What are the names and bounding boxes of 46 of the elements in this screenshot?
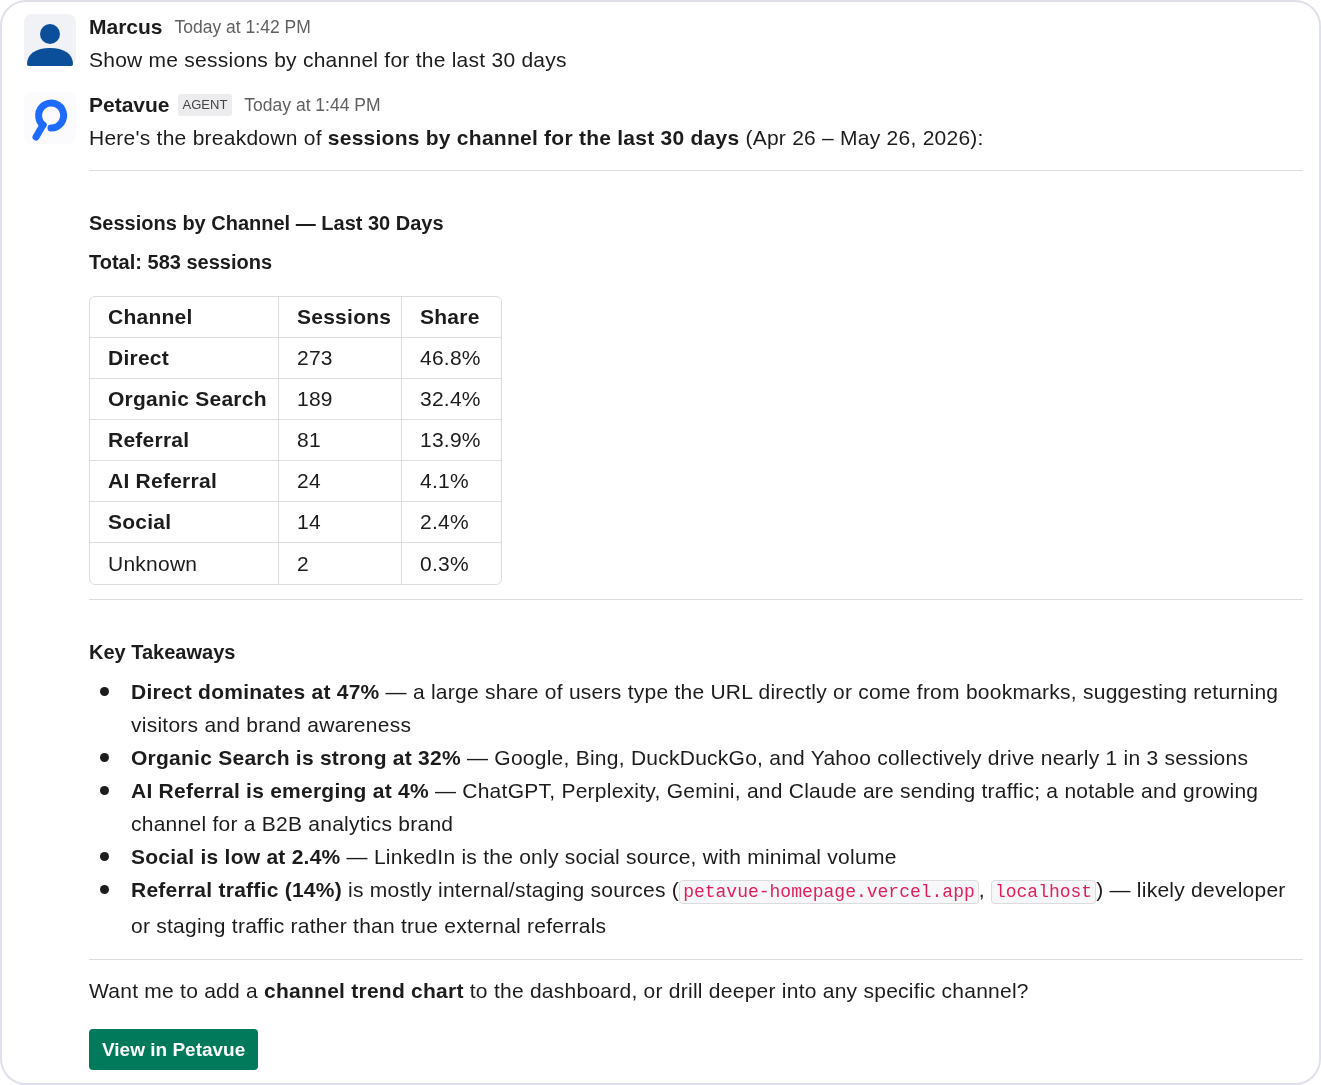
bullet-icon	[100, 885, 109, 894]
bullet-icon	[100, 852, 109, 861]
bullet-icon	[100, 687, 109, 696]
takeaway-text: Direct dominates at 47% — a large share of users type the URL directly or come from bookmarks, suggesting returning visitors and brand awareness	[131, 679, 1280, 738]
table-cell: 189	[279, 379, 402, 420]
message-time: Today at 1:42 PM	[174, 16, 311, 38]
table-cell: Organic Search	[90, 379, 279, 420]
message-text: Here's the breakdown of sessions by channel for the last 30 days (Apr 26 – May 26, 2026):	[89, 125, 985, 151]
table-cell: Direct	[90, 338, 279, 379]
table-cell: 273	[279, 338, 402, 379]
bullet-icon	[100, 786, 109, 795]
column-header: Share	[402, 297, 501, 338]
inline-code: localhost	[990, 880, 1097, 904]
column-header: Sessions	[279, 297, 402, 338]
table-cell: 24	[279, 461, 402, 502]
table-cell: Referral	[90, 420, 279, 461]
takeaway-text: Social is low at 2.4% — LinkedIn is the only social source, with minimal volume	[131, 844, 898, 870]
user-avatar-icon	[24, 14, 76, 66]
view-in-app-button[interactable]: View in Petavue	[89, 1029, 259, 1070]
table-cell: Social	[90, 502, 279, 543]
table-cell: Unknown	[90, 543, 279, 584]
total-sessions: Total: 583 sessions	[89, 250, 274, 275]
message-text: Show me sessions by channel for the last 30 days	[89, 47, 568, 73]
takeaway-text: Organic Search is strong at 32% — Google, Bing, DuckDuckGo, and Yahoo collectively drive nearly 1 in 3 sessions	[131, 745, 1250, 771]
table-cell: 2	[279, 543, 402, 584]
table-cell: 14	[279, 502, 402, 543]
table-cell-text: 0.3%	[419, 550, 470, 577]
takeaway-text: AI Referral is emerging at 4% — ChatGPT, Perplexity, Gemini, and Claude are sending traffic; a notable and growing channel for a B2B analytics brand	[131, 778, 1260, 837]
column-header: Channel	[90, 297, 279, 338]
table-cell: 13.9%	[402, 420, 501, 461]
author-name: Petavue	[89, 93, 170, 117]
takeaway-text: Referral traffic (14%) is mostly internal/staging sources ( petavue-homepage.vercel.app , localhost ) — likely developer or staging traffic rather than true external referrals	[131, 877, 1287, 939]
report-title: Sessions by Channel — Last 30 Days	[89, 211, 445, 236]
table-cell: AI Referral	[90, 461, 279, 502]
section-heading: Key Takeaways	[89, 640, 237, 665]
table-cell: 4.1%	[402, 461, 501, 502]
message-time: Today at 1:44 PM	[244, 94, 381, 116]
inline-code: petavue-homepage.vercel.app	[679, 880, 979, 904]
table-cell: 81	[279, 420, 402, 461]
table-cell: 2.4%	[402, 502, 501, 543]
bullet-icon	[100, 753, 109, 762]
table-cell: 32.4%	[402, 379, 501, 420]
table-cell: 46.8%	[402, 338, 501, 379]
author-name: Marcus	[89, 15, 163, 39]
follow-up-text: Want me to add a channel trend chart to the dashboard, or drill deeper into any specific channel?	[89, 978, 1030, 1004]
agent-badge: AGENT	[177, 94, 233, 116]
